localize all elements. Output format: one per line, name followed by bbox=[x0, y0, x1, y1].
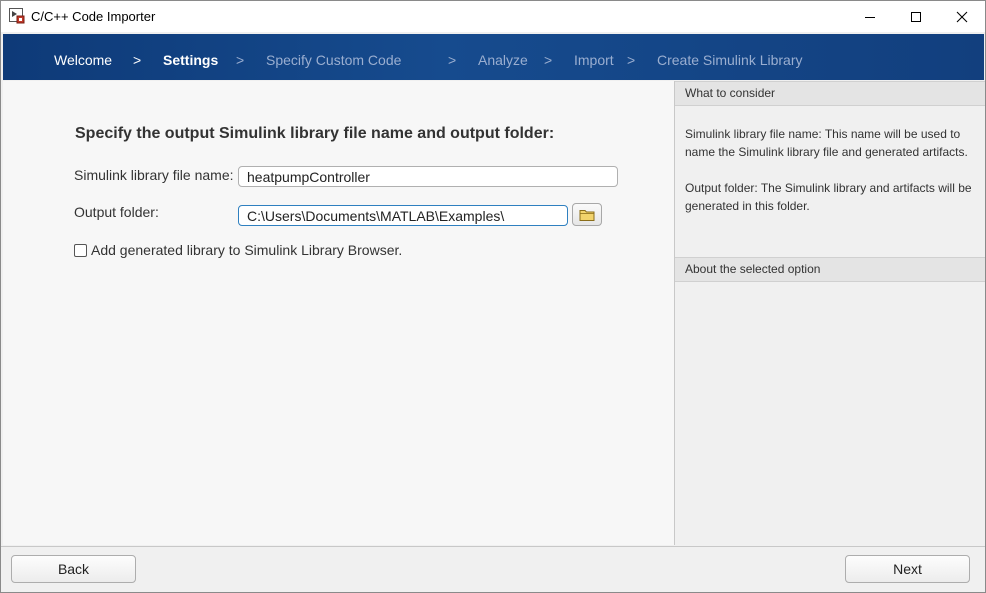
step-separator: > bbox=[627, 52, 636, 68]
what-to-consider-header: What to consider bbox=[675, 81, 985, 106]
add-to-library-browser-checkbox[interactable] bbox=[74, 244, 87, 257]
step-separator: > bbox=[133, 52, 142, 68]
consider-text-library-name: Simulink library file name: This name wi… bbox=[685, 127, 968, 159]
maximize-icon bbox=[911, 11, 921, 22]
add-to-library-browser-label[interactable]: Add generated library to Simulink Librar… bbox=[91, 242, 402, 258]
close-icon bbox=[956, 11, 968, 22]
minimize-button[interactable] bbox=[847, 1, 893, 32]
step-settings: Settings bbox=[163, 52, 219, 68]
minimize-icon bbox=[865, 16, 875, 18]
output-folder-label: Output folder: bbox=[74, 204, 159, 220]
step-separator: > bbox=[236, 52, 245, 68]
consider-text-output-folder: Output folder: The Simulink library and … bbox=[685, 181, 972, 213]
next-button[interactable]: Next bbox=[845, 555, 970, 583]
browse-folder-button[interactable] bbox=[572, 203, 602, 226]
importer-window: C/C++ Code Importer Welcome > Settings >… bbox=[0, 0, 986, 593]
folder-icon bbox=[579, 209, 595, 221]
app-icon bbox=[9, 8, 25, 24]
step-create-simulink-library: Create Simulink Library bbox=[657, 52, 803, 68]
footer-bar: Back Next bbox=[1, 546, 985, 592]
wizard-steps-bar: Welcome > Settings > Specify Custom Code… bbox=[3, 34, 984, 80]
step-import: Import bbox=[574, 52, 614, 68]
library-name-input[interactable] bbox=[238, 166, 618, 187]
step-analyze: Analyze bbox=[478, 52, 528, 68]
back-button[interactable]: Back bbox=[11, 555, 136, 583]
about-selected-option-header: About the selected option bbox=[675, 257, 985, 282]
step-separator: > bbox=[544, 52, 553, 68]
step-separator: > bbox=[448, 52, 457, 68]
step-welcome: Welcome bbox=[54, 52, 113, 68]
help-panel: What to consider Simulink library file n… bbox=[674, 81, 985, 545]
page-heading: Specify the output Simulink library file… bbox=[75, 125, 555, 142]
title-bar: C/C++ Code Importer bbox=[1, 1, 985, 32]
window-title: C/C++ Code Importer bbox=[31, 9, 156, 24]
step-specify-custom-code: Specify Custom Code bbox=[266, 52, 402, 68]
library-name-label: Simulink library file name: bbox=[74, 167, 234, 183]
close-button[interactable] bbox=[939, 1, 985, 32]
output-folder-input[interactable] bbox=[238, 205, 568, 226]
settings-panel: Specify the output Simulink library file… bbox=[3, 81, 674, 545]
maximize-button[interactable] bbox=[893, 1, 939, 32]
